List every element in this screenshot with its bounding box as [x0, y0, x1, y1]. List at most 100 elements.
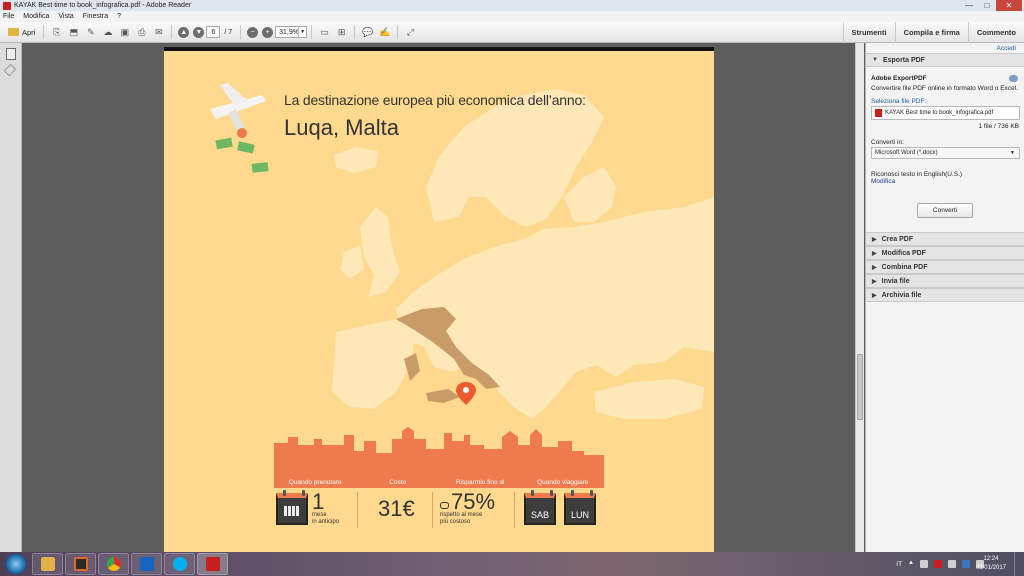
- sign-icon[interactable]: ✍: [377, 25, 392, 40]
- calendar-icon: [276, 490, 308, 525]
- previous-page-icon[interactable]: ▲: [178, 26, 190, 38]
- window-controls: — □ ✕: [960, 0, 1022, 11]
- open-label: Apri: [22, 27, 36, 37]
- tray-app-icon[interactable]: [962, 560, 970, 568]
- selected-file[interactable]: KAYAK Best time to book_infografica.pdf: [871, 106, 1020, 120]
- cloud-icon: [1009, 75, 1018, 82]
- toolbar-separator: [240, 25, 242, 39]
- headline: La destinazione europea più economica de…: [284, 92, 586, 108]
- clock[interactable]: 12:24 03/01/2017: [976, 555, 1006, 573]
- comment-icon[interactable]: 💬: [360, 25, 375, 40]
- fit-width-icon[interactable]: ⊞: [334, 25, 349, 40]
- attachments-icon[interactable]: [3, 63, 17, 77]
- page-thumbnails-icon[interactable]: [6, 48, 16, 60]
- pdf-file-icon: [875, 109, 882, 117]
- minimize-button[interactable]: —: [960, 0, 978, 11]
- info-header-savings: Risparmio fino al: [456, 479, 505, 486]
- cloud-upload-icon[interactable]: ☁: [100, 25, 115, 40]
- day-2: LUN: [570, 510, 589, 520]
- network-icon[interactable]: [948, 560, 956, 568]
- show-desktop-button[interactable]: [1014, 552, 1024, 576]
- section-send-file[interactable]: ▶ Invia file: [866, 274, 1024, 288]
- zoom-in-icon[interactable]: +: [262, 26, 274, 38]
- file-info: 1 file / 736 KB: [978, 123, 1019, 130]
- up-arrow-icon[interactable]: ▲: [908, 560, 914, 568]
- info-divider: [514, 492, 515, 528]
- media-player-icon[interactable]: [65, 553, 96, 575]
- folder-icon: [8, 28, 19, 36]
- zoom-select[interactable]: 31,9% ▼: [275, 26, 308, 38]
- export-pdf-label: Esporta PDF: [882, 56, 925, 64]
- location-pin-icon: [456, 382, 476, 405]
- toolbar-right-links: Strumenti Compila e firma Commento: [842, 22, 1024, 43]
- clock-date: 03/01/2017: [975, 565, 1006, 571]
- menu-finestra[interactable]: Finestra: [83, 13, 108, 20]
- chevron-right-icon: ▶: [872, 292, 877, 299]
- info-header-when-book: Quando prenotare: [288, 479, 342, 486]
- selected-file-name: KAYAK Best time to book_infografica.pdf: [885, 110, 994, 116]
- chevron-down-icon: ▼: [1010, 150, 1015, 156]
- full-screen-icon[interactable]: ⤢: [403, 25, 418, 40]
- open-button[interactable]: Apri: [4, 24, 39, 40]
- close-button[interactable]: ✕: [996, 0, 1022, 11]
- section-combine-pdf[interactable]: ▶ Combina PDF: [866, 260, 1024, 274]
- savings: 75% rispetto al mese più costoso: [440, 491, 495, 526]
- section-create-pdf[interactable]: ▶ Crea PDF: [866, 232, 1024, 246]
- section-edit-pdf[interactable]: ▶ Modifica PDF: [866, 246, 1024, 260]
- convert-format-select[interactable]: Microsoft Word (*.docx) ▼: [871, 147, 1020, 159]
- edit-icon[interactable]: ✎: [83, 25, 98, 40]
- scrollbar-thumb[interactable]: [857, 354, 863, 420]
- export-description: Convertire file PDF online in formato Wo…: [871, 85, 1018, 92]
- start-button[interactable]: [6, 554, 26, 574]
- chevron-right-icon: ▶: [872, 264, 877, 271]
- file-explorer-icon[interactable]: [32, 553, 63, 575]
- chrome-icon[interactable]: [98, 553, 129, 575]
- calendar-sat-icon: SAB: [524, 490, 556, 525]
- chevron-down-icon: ▼: [298, 27, 306, 37]
- calendar-mon-icon: LUN: [564, 490, 596, 525]
- create-pdf-acrobat-icon[interactable]: ⬒: [66, 25, 81, 40]
- menu-help[interactable]: ?: [117, 13, 121, 20]
- fit-page-icon[interactable]: ▭: [317, 25, 332, 40]
- fill-sign-link[interactable]: Compila e firma: [894, 22, 968, 43]
- page-top-border: [164, 47, 714, 51]
- vertical-scrollbar[interactable]: [855, 43, 864, 552]
- taskbar: IT ▲ 12:24 03/01/2017: [0, 552, 1024, 576]
- convert-button[interactable]: Converti: [917, 203, 973, 218]
- menu-vista[interactable]: Vista: [58, 13, 73, 20]
- tray-app-icon[interactable]: [934, 560, 942, 568]
- email-icon[interactable]: ✉: [151, 25, 166, 40]
- info-header-cost: Costo: [389, 479, 407, 486]
- next-page-icon[interactable]: ▼: [193, 26, 205, 38]
- maximize-button[interactable]: □: [978, 0, 996, 11]
- flag-icon[interactable]: [920, 560, 928, 568]
- comment-link[interactable]: Commento: [967, 22, 1024, 43]
- skype-icon[interactable]: [164, 553, 195, 575]
- pdf-page: La destinazione europea più economica de…: [164, 47, 714, 552]
- select-file-label[interactable]: Seleziona file PDF:: [871, 98, 926, 105]
- section-archive-file[interactable]: ▶ Archivia file: [866, 288, 1024, 302]
- create-pdf-icon[interactable]: ⎘: [49, 25, 64, 40]
- adobe-reader-taskbar-icon[interactable]: [197, 553, 228, 575]
- ocr-modify-link[interactable]: Modifica: [871, 178, 895, 185]
- toolbar-separator: [171, 25, 173, 39]
- menu-file[interactable]: File: [3, 13, 14, 20]
- zoom-out-icon[interactable]: −: [247, 26, 259, 38]
- language-indicator[interactable]: IT: [896, 561, 902, 568]
- cost-value: 31€: [378, 496, 415, 521]
- export-pdf-header[interactable]: ▼ Esporta PDF: [866, 53, 1024, 67]
- money-icon: [215, 137, 269, 173]
- airplane-icon: [210, 83, 266, 138]
- tools-link[interactable]: Strumenti: [842, 22, 895, 43]
- section-label: Crea PDF: [881, 235, 914, 243]
- menu-modifica[interactable]: Modifica: [23, 13, 49, 20]
- convert-format-value: Microsoft Word (*.docx): [875, 150, 938, 156]
- chevron-right-icon: ▶: [872, 250, 877, 257]
- page-number-input[interactable]: 6: [206, 26, 221, 38]
- print-icon[interactable]: ⎙: [134, 25, 149, 40]
- outlook-icon[interactable]: [131, 553, 162, 575]
- book-desc-2: in anticipo: [312, 519, 340, 525]
- save-icon[interactable]: ▣: [117, 25, 132, 40]
- ocr-text: Riconosci testo in English(U.S.): [871, 171, 963, 178]
- sign-in-link[interactable]: Accedi: [996, 45, 1016, 52]
